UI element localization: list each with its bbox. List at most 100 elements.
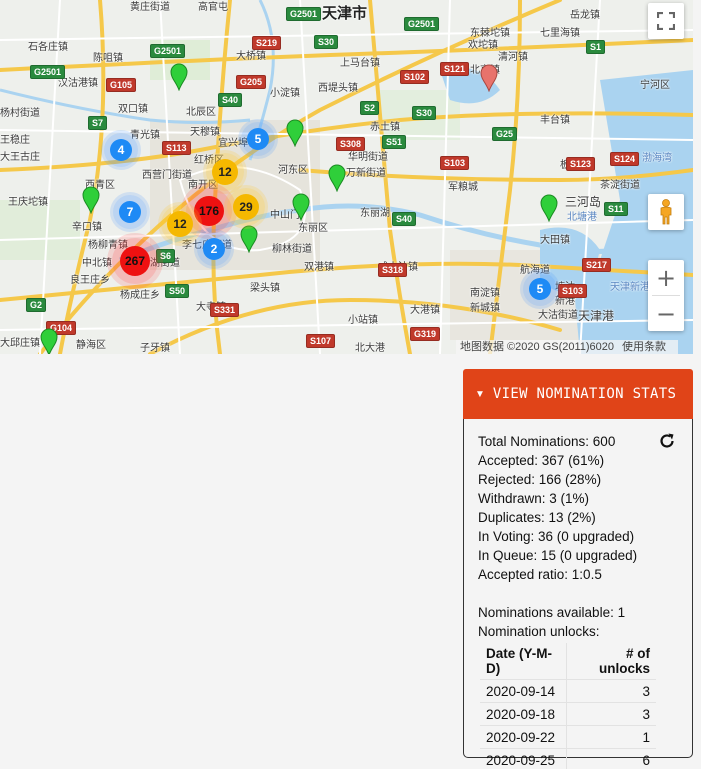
map-place-label: 天穆镇: [190, 127, 220, 138]
route-shield: G205: [236, 75, 267, 89]
refresh-icon[interactable]: [658, 432, 676, 450]
column-header-date: Date (Y-M-D): [480, 643, 566, 680]
cluster-count: 5: [247, 128, 269, 150]
marker-cluster[interactable]: 7: [113, 195, 147, 229]
route-shield: G2: [26, 298, 47, 312]
map-place-label: 七里海镇: [540, 28, 580, 39]
accepted-map-pin[interactable]: [170, 63, 188, 91]
map-place-label: 新城镇: [470, 303, 500, 314]
map-place-label: 子牙镇: [140, 343, 170, 354]
map-place-label: 南淀镇: [470, 288, 500, 299]
map-place-label: 欢坨镇: [468, 40, 498, 51]
map-place-label: 大邱庄镇: [0, 338, 40, 349]
marker-cluster[interactable]: 12: [206, 153, 244, 191]
map-place-label: 华明街道: [348, 152, 388, 163]
unlock-date: 2020-09-25: [480, 748, 566, 769]
marker-cluster[interactable]: 5: [523, 272, 557, 306]
marker-cluster[interactable]: 2: [197, 232, 231, 266]
table-row: 2020-09-14 3: [480, 679, 656, 703]
unlock-count: 1: [565, 725, 656, 749]
route-shield: G2501: [150, 44, 186, 58]
map-place-label: 万新街道: [346, 168, 386, 179]
street-view-pegman-button[interactable]: [648, 194, 684, 230]
map-place-label: 双港镇: [304, 262, 334, 273]
accepted-map-pin[interactable]: [240, 225, 258, 253]
unlock-date: 2020-09-18: [480, 702, 566, 726]
route-shield: G2501: [286, 7, 322, 21]
map-place-label: 中北镇: [82, 258, 112, 269]
marker-cluster[interactable]: 4: [104, 133, 138, 167]
unlock-count: 3: [565, 702, 656, 726]
unlock-count: 3: [565, 679, 656, 703]
map-place-label: 天津新港: [610, 282, 650, 293]
route-shield: S40: [218, 93, 243, 107]
fullscreen-button[interactable]: [648, 3, 684, 39]
stat-withdrawn: Withdrawn: 3 (1%): [478, 491, 590, 506]
route-shield: S217: [582, 258, 612, 272]
marker-cluster[interactable]: 12: [161, 205, 199, 243]
cluster-count: 12: [212, 159, 238, 185]
cluster-count: 4: [110, 139, 132, 161]
zoom-in-button[interactable]: +: [648, 260, 684, 295]
marker-cluster[interactable]: 5: [241, 122, 275, 156]
route-shield: G2501: [404, 17, 440, 31]
map-attribution: 地图数据 ©2020 GS(2011)6020 使用条款: [456, 340, 679, 354]
accepted-map-pin[interactable]: [286, 119, 304, 147]
route-shield: S308: [336, 137, 366, 151]
map-place-label: 宁河区: [640, 80, 670, 91]
route-shield: S219: [252, 36, 282, 50]
map-terms-link[interactable]: 使用条款: [622, 341, 666, 353]
cluster-count: 12: [167, 211, 193, 237]
map-place-label: 辛口镇: [72, 222, 102, 233]
accepted-map-pin[interactable]: [328, 164, 346, 192]
route-shield: S1: [586, 40, 606, 54]
route-shield: S11: [604, 202, 628, 216]
route-shield: S103: [558, 284, 588, 298]
map-place-label: 天津港: [578, 309, 615, 323]
accepted-map-pin[interactable]: [540, 194, 558, 222]
stat-duplicates: Duplicates: 13 (2%): [478, 510, 596, 525]
map-view[interactable]: 天津市 黄庄街道 高官屯 石各庄镇 陈咀镇 汉沽港镇 双口镇 上马台镇 王稳庄 …: [0, 0, 693, 354]
route-shield: S30: [314, 35, 339, 49]
cluster-count: 267: [120, 246, 150, 276]
map-place-label: 上马台镇: [340, 58, 380, 69]
stat-in-queue: In Queue: 15 (0 upgraded): [478, 548, 638, 563]
route-shield: S123: [566, 157, 596, 171]
marker-cluster[interactable]: 29: [227, 188, 265, 226]
map-place-label: 良王庄乡: [70, 275, 110, 286]
map-place-label: 高官屯: [198, 2, 228, 13]
map-place-label: 东丽湖: [360, 208, 390, 219]
map-data-credit: 地图数据 ©2020 GS(2011)6020: [460, 341, 615, 353]
cluster-count: 2: [203, 238, 225, 260]
column-header-unlocks: # of unlocks: [565, 643, 656, 680]
unlocks-title: Nomination unlocks:: [478, 624, 600, 639]
accepted-map-pin[interactable]: [82, 186, 100, 214]
map-place-label: 杨成庄乡: [120, 290, 160, 301]
nomination-unlocks-table: Date (Y-M-D) # of unlocks 2020-09-14 3 2…: [480, 643, 656, 769]
route-shield: S331: [210, 303, 240, 317]
route-shield: S318: [378, 263, 408, 277]
map-place-label: 大港镇: [410, 305, 440, 316]
route-shield: S102: [400, 70, 430, 84]
stats-toggle-label: VIEW NOMINATION STATS: [492, 386, 677, 402]
route-shield: S2: [360, 101, 380, 115]
accepted-map-pin[interactable]: [40, 328, 58, 354]
map-place-label: 小站镇: [348, 315, 378, 326]
table-row: 2020-09-25 6: [480, 748, 656, 769]
map-place-label: 大田镇: [540, 235, 570, 246]
marker-cluster[interactable]: 267: [112, 238, 158, 284]
rejected-map-pin[interactable]: [480, 64, 498, 92]
map-place-label: 河东区: [278, 165, 308, 176]
route-shield: G105: [106, 78, 137, 92]
map-place-label: 北大港: [355, 343, 385, 354]
map-place-label: 清河镇: [498, 52, 528, 63]
stat-rejected: Rejected: 166 (28%): [478, 472, 602, 487]
zoom-out-button[interactable]: −: [648, 296, 684, 331]
view-nomination-stats-toggle[interactable]: ▼ VIEW NOMINATION STATS: [463, 369, 693, 419]
map-place-label: 军粮城: [448, 182, 478, 193]
map-place-label: 岳龙镇: [570, 10, 600, 21]
map-place-label: 西营门街道: [142, 170, 192, 181]
accepted-map-pin[interactable]: [292, 193, 310, 221]
route-shield: S107: [306, 334, 336, 348]
